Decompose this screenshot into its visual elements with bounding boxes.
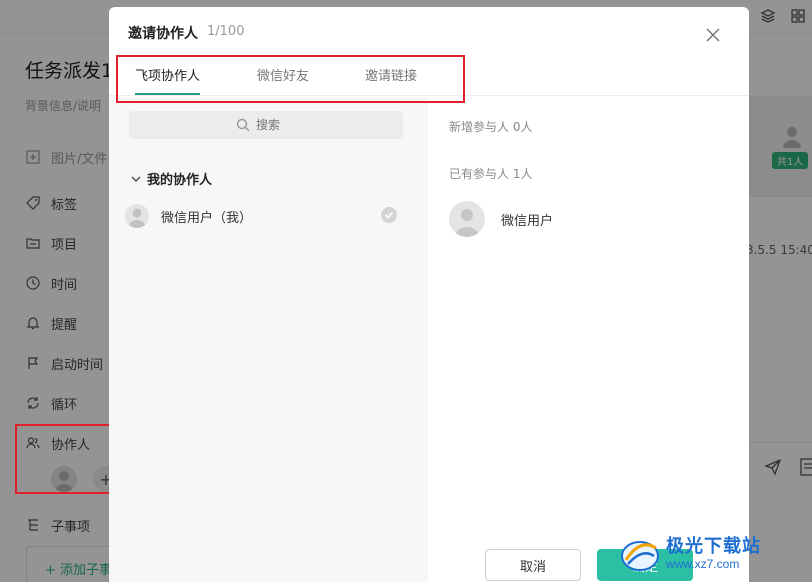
list-item[interactable]: 微信用户（我） [125, 201, 397, 231]
watermark-text: 极光下载站 www.xz7.com [666, 536, 761, 571]
avatar [125, 204, 149, 228]
tab-feixiang-collaborators[interactable]: 飞项协作人 [135, 65, 201, 95]
participant-name: 微信用户 [501, 213, 554, 229]
tab-wechat-friends[interactable]: 微信好友 [257, 65, 309, 95]
group-title: 我的协作人 [147, 173, 213, 188]
existing-participants-label: 已有参与人 1人 [449, 167, 533, 181]
search-icon [236, 118, 250, 132]
my-collaborators-group[interactable]: 我的协作人 [131, 169, 212, 188]
collaborator-picker: 我的协作人 微信用户（我） [109, 97, 428, 582]
watermark-url: www.xz7.com [666, 557, 740, 571]
new-participants-label: 新增参与人 0人 [449, 120, 533, 134]
search-input[interactable] [256, 118, 296, 132]
search-box[interactable] [129, 111, 403, 139]
watermark: 极光下载站 www.xz7.com [618, 528, 810, 580]
close-icon [706, 28, 720, 42]
invite-collaborators-dialog: 邀请协作人 1/100 飞项协作人 微信好友 邀请链接 我的协作人 微信用户（我… [109, 7, 749, 582]
chevron-down-icon [131, 176, 141, 182]
cancel-button[interactable]: 取消 [485, 549, 581, 581]
dialog-title: 邀请协作人 [128, 26, 198, 42]
avatar [449, 201, 485, 237]
close-button[interactable] [703, 25, 723, 45]
member-name: 微信用户（我） [161, 210, 253, 226]
watermark-brand: 极光下载站 [666, 536, 761, 557]
tab-bar: 飞项协作人 微信好友 邀请链接 [109, 57, 749, 96]
participants-pane: 新增参与人 0人 已有参与人 1人 微信用户 [428, 97, 749, 582]
tab-invite-link[interactable]: 邀请链接 [365, 65, 417, 95]
collaborator-count: 1/100 [207, 24, 245, 39]
selected-check-icon[interactable] [381, 207, 397, 223]
list-item: 微信用户 [449, 201, 553, 237]
aurora-logo-icon [621, 541, 659, 571]
dialog-header: 邀请协作人 1/100 [109, 7, 749, 57]
